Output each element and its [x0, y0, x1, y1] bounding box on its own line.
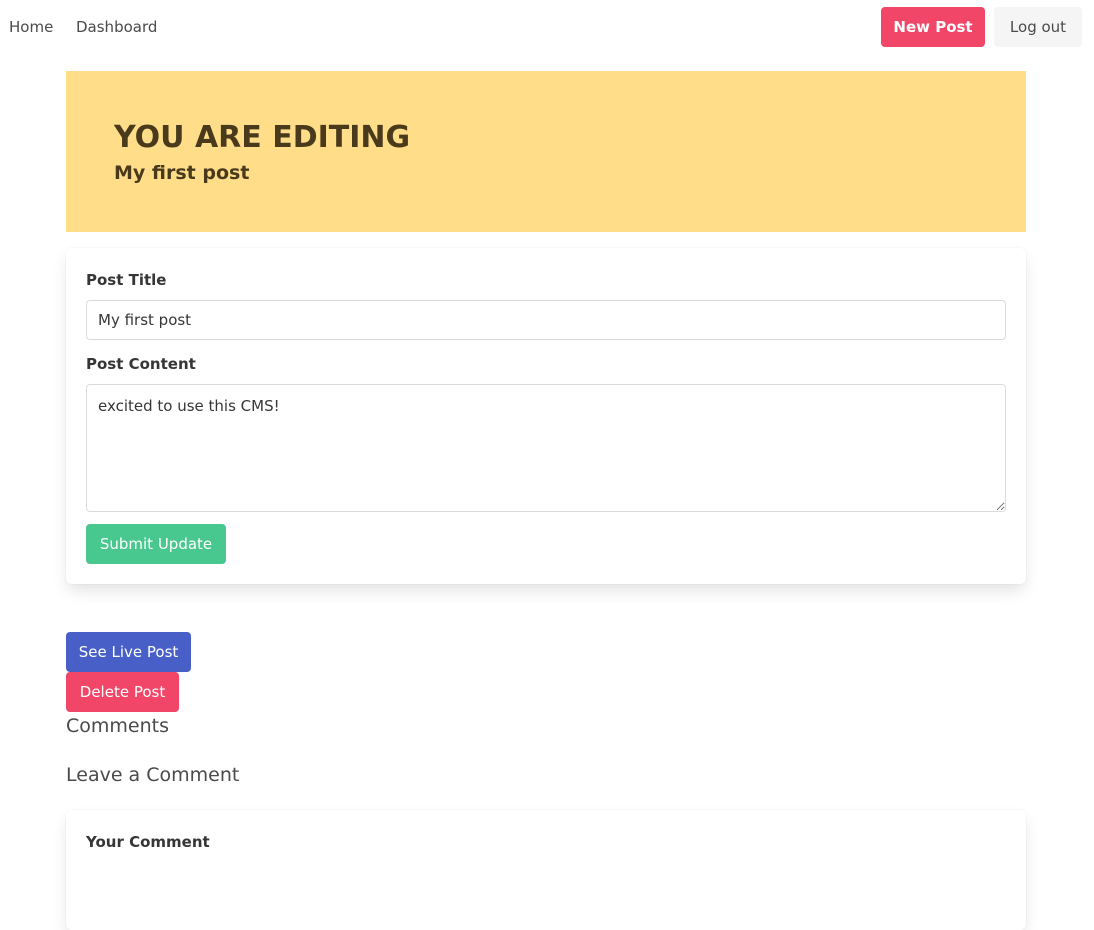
- nav-home-link[interactable]: Home: [9, 17, 53, 37]
- hero-title: YOU ARE EDITING: [114, 120, 411, 155]
- leave-comment-heading: Leave a Comment: [66, 764, 240, 786]
- comment-form-card: Your Comment: [66, 810, 1026, 930]
- post-title-label: Post Title: [86, 271, 167, 289]
- navbar: Home Dashboard New Post Log out: [0, 0, 1094, 55]
- new-post-button[interactable]: New Post: [881, 7, 985, 47]
- post-content-textarea[interactable]: excited to use this CMS!: [86, 384, 1006, 512]
- submit-update-button[interactable]: Submit Update: [86, 524, 226, 564]
- delete-post-button[interactable]: Delete Post: [66, 672, 179, 712]
- hero-subtitle: My first post: [114, 162, 250, 184]
- editing-hero-banner: YOU ARE EDITING My first post: [66, 71, 1026, 232]
- post-content-label: Post Content: [86, 355, 196, 373]
- edit-post-form: Post Title Post Content excited to use t…: [66, 248, 1026, 584]
- nav-dashboard-link[interactable]: Dashboard: [76, 17, 157, 37]
- comments-heading: Comments: [66, 715, 169, 737]
- logout-button[interactable]: Log out: [994, 7, 1082, 47]
- your-comment-label: Your Comment: [86, 833, 210, 851]
- see-live-post-button[interactable]: See Live Post: [66, 632, 191, 672]
- post-title-input[interactable]: [86, 300, 1006, 340]
